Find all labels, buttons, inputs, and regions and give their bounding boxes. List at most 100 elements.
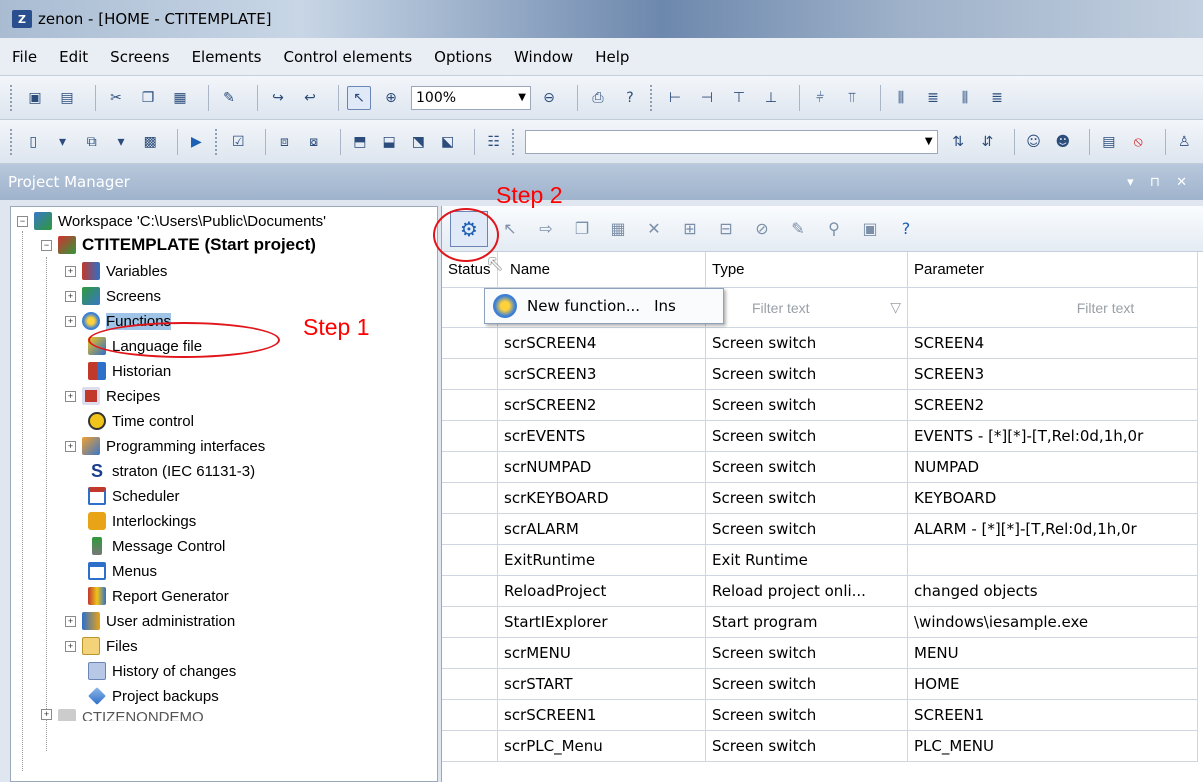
user-icon[interactable]: ☺ <box>1023 130 1044 154</box>
paste-icon[interactable]: ▦ <box>168 86 192 110</box>
table-row[interactable]: scrSCREEN4 Screen switch SCREEN4 <box>442 328 1198 359</box>
zoom-in-icon[interactable]: ⊕ <box>379 86 403 110</box>
zoom-select[interactable]: 100% ▼ <box>411 85 531 110</box>
block-icon[interactable]: ⦸ <box>1128 130 1149 154</box>
expand-icon[interactable]: + <box>65 640 76 652</box>
tree-item-screens[interactable]: + Screens <box>65 284 161 308</box>
menu-file[interactable]: File <box>12 48 37 66</box>
toolbar-grip[interactable] <box>215 128 220 155</box>
table-row[interactable]: ExitRuntime Exit Runtime <box>442 545 1198 576</box>
table-row[interactable]: scrSTART Screen switch HOME <box>442 669 1198 700</box>
bring-front-icon[interactable]: ⬒ <box>349 130 370 154</box>
new-function-popup[interactable]: New function... Ins <box>484 288 724 324</box>
expand-icon[interactable]: + <box>65 290 76 302</box>
tree-item-project-backups[interactable]: Project backups <box>88 684 219 708</box>
panel-controls[interactable]: ▾ ⊓ ✕ <box>1127 175 1193 190</box>
tree-item-history-of-changes[interactable]: History of changes <box>88 659 236 683</box>
collapse-icon[interactable]: − <box>41 239 52 251</box>
save-icon[interactable]: ▣ <box>23 86 47 110</box>
search-icon[interactable]: ⚲ <box>820 215 848 243</box>
tree-project[interactable]: − CTITEMPLATE (Start project) <box>41 233 316 257</box>
copy-icon[interactable]: ❐ <box>568 215 596 243</box>
new-screen-dropdown-icon[interactable]: ▾ <box>52 130 73 154</box>
print-icon[interactable]: ⎙ <box>586 86 610 110</box>
tree-next-project[interactable]: + CTIZENONDEMO <box>41 709 204 721</box>
sort-descending-icon[interactable]: ⇵ <box>977 130 998 154</box>
table-row[interactable]: ReloadProject Reload project onli... chang… <box>442 576 1198 607</box>
new-element-dropdown-icon[interactable]: ▾ <box>110 130 131 154</box>
collapse-icon[interactable]: − <box>17 215 28 227</box>
align-right-icon[interactable]: ⊣ <box>695 86 719 110</box>
paste-icon[interactable]: ▦ <box>604 215 632 243</box>
element-combo[interactable]: ▼ <box>525 129 938 154</box>
forward-icon[interactable]: ⬔ <box>408 130 429 154</box>
properties-icon[interactable]: ☷ <box>483 130 504 154</box>
type-filter[interactable]: Filter text ▽ <box>706 288 908 328</box>
tree-item-programming-interfaces[interactable]: + Programming interfaces <box>65 434 265 458</box>
import-xml-icon[interactable]: ⊟ <box>712 215 740 243</box>
distribute-horizontal-icon[interactable]: ⫼ <box>889 86 913 110</box>
rename-icon[interactable]: ⇨ <box>532 215 560 243</box>
menu-elements[interactable]: Elements <box>192 48 262 66</box>
tree-workspace[interactable]: − Workspace 'C:\Users\Public\Documents' <box>17 209 326 233</box>
table-row[interactable]: scrKEYBOARD Screen switch KEYBOARD <box>442 483 1198 514</box>
send-back-icon[interactable]: ⬓ <box>378 130 399 154</box>
menu-screens[interactable]: Screens <box>110 48 169 66</box>
column-name[interactable]: Name <box>498 252 706 288</box>
undo-icon[interactable]: ↩ <box>298 86 322 110</box>
sort-ascending-icon[interactable]: ⇅ <box>948 130 969 154</box>
toolbar-grip[interactable] <box>650 84 655 111</box>
toolbar-grip[interactable] <box>10 128 15 155</box>
help-icon[interactable]: ? <box>618 86 642 110</box>
table-row[interactable]: scrSCREEN2 Screen switch SCREEN2 <box>442 390 1198 421</box>
group-icon[interactable]: ⧈ <box>274 130 295 154</box>
tree-item-message-control[interactable]: Message Control <box>88 534 225 558</box>
center-vertical-icon[interactable]: ⫪ <box>840 86 864 110</box>
tree-item-variables[interactable]: + Variables <box>65 259 167 283</box>
table-row[interactable]: scrNUMPAD Screen switch NUMPAD <box>442 452 1198 483</box>
center-horizontal-icon[interactable]: ⫩ <box>808 86 832 110</box>
select-pointer-icon[interactable]: ↖ <box>347 85 371 110</box>
same-width-icon[interactable]: ⫼ <box>953 86 977 110</box>
save-all-icon[interactable]: ▤ <box>55 86 79 110</box>
table-row[interactable]: scrEVENTS Screen switch EVENTS - [*][*]-[T… <box>442 421 1198 452</box>
find-user-icon[interactable]: ♙ <box>1174 130 1195 154</box>
align-left-icon[interactable]: ⊢ <box>663 86 687 110</box>
distribute-vertical-icon[interactable]: ≣ <box>921 86 945 110</box>
column-type[interactable]: Type <box>706 252 908 288</box>
clear-filter-icon[interactable]: ⊘ <box>748 215 776 243</box>
compile-icon[interactable]: ☑ <box>228 130 249 154</box>
project-icon[interactable]: ▩ <box>140 130 161 154</box>
column-parameter[interactable]: Parameter <box>908 252 1198 288</box>
menu-options[interactable]: Options <box>434 48 492 66</box>
properties-icon[interactable]: ▣ <box>856 215 884 243</box>
table-row[interactable]: scrMENU Screen switch MENU <box>442 638 1198 669</box>
menu-control-elements[interactable]: Control elements <box>283 48 412 66</box>
user-group-icon[interactable]: ☻ <box>1052 130 1073 154</box>
format-painter-icon[interactable]: ✎ <box>217 86 241 110</box>
help-icon[interactable]: ? <box>892 215 920 243</box>
align-bottom-icon[interactable]: ⊥ <box>759 86 783 110</box>
table-row[interactable]: scrPLC_Menu Screen switch PLC_MENU <box>442 731 1198 762</box>
tree-item-interlockings[interactable]: Interlockings <box>88 509 196 533</box>
expand-icon[interactable]: + <box>65 315 76 327</box>
table-row[interactable]: scrSCREEN3 Screen switch SCREEN3 <box>442 359 1198 390</box>
menu-window[interactable]: Window <box>514 48 573 66</box>
expand-icon[interactable]: + <box>41 709 52 720</box>
run-runtime-icon[interactable]: ▶ <box>186 130 207 154</box>
tree-item-user-administration[interactable]: + User administration <box>65 609 235 633</box>
backward-icon[interactable]: ⬕ <box>437 130 458 154</box>
expand-icon[interactable]: + <box>65 390 76 402</box>
new-document-icon[interactable]: ▯ <box>23 130 44 154</box>
new-element-icon[interactable]: ⧉ <box>81 130 102 154</box>
align-top-icon[interactable]: ⊤ <box>727 86 751 110</box>
copy-icon[interactable]: ❐ <box>136 86 160 110</box>
tree-item-time-control[interactable]: Time control <box>88 409 194 433</box>
tree-item-scheduler[interactable]: Scheduler <box>88 484 180 508</box>
tree-item-historian[interactable]: Historian <box>88 359 171 383</box>
zoom-out-icon[interactable]: ⊖ <box>537 86 561 110</box>
arrow-icon[interactable]: ↖ <box>496 215 524 243</box>
delete-icon[interactable]: ✕ <box>640 215 668 243</box>
cut-icon[interactable]: ✂ <box>104 86 128 110</box>
tree-item-straton[interactable]: Sstraton (IEC 61131-3) <box>88 459 255 483</box>
